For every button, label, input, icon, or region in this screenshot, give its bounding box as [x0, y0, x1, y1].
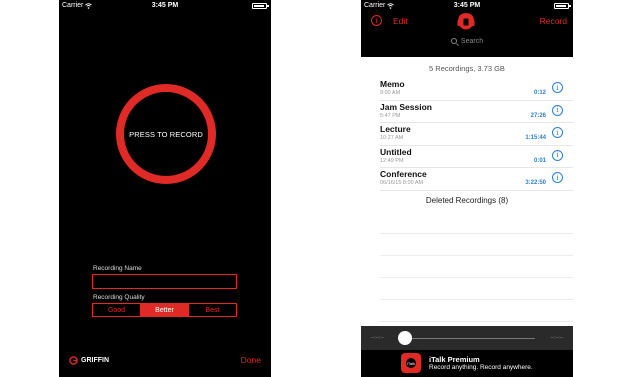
recording-duration: 0:12 — [533, 90, 546, 96]
recording-name-input[interactable] — [92, 274, 237, 289]
info-icon[interactable]: i — [552, 82, 563, 93]
status-time: 3:45 PM — [151, 2, 179, 9]
quality-option-better[interactable]: Better — [141, 304, 189, 316]
battery-icon — [252, 3, 269, 9]
recordings-list: Memo 9:00 AM 0:12 i Jam Session 5:47 PM … — [380, 78, 573, 191]
status-bar: Carrier 3:45 PM — [59, 0, 271, 12]
list-item[interactable]: Untitled 12:49 PM 0:01 i — [380, 146, 573, 169]
elapsed-time: --:--:-- — [371, 335, 384, 341]
info-icon[interactable]: i — [552, 127, 563, 139]
recording-duration: 1:15:44 — [525, 135, 546, 142]
promo-subtitle: Record anything. Record anywhere. — [429, 364, 533, 371]
griffin-icon — [69, 356, 78, 365]
recording-name: Untitled — [380, 146, 412, 157]
list-header: Carrier 3:45 PM i Edit Record Search — [361, 0, 573, 57]
list-item[interactable]: Lecture 10:27 AM 1:15:44 i — [380, 123, 573, 146]
recording-time: 06/16/15 8:00 AM — [380, 180, 424, 187]
status-time: 3:45 PM — [453, 2, 481, 9]
nav-bar: i Edit Record — [361, 12, 573, 34]
recordings-list-screen: Carrier 3:45 PM i Edit Record Search 5 R… — [361, 0, 573, 377]
press-to-record-button[interactable]: PRESS TO RECORD — [116, 84, 216, 184]
record-screen: Carrier 3:45 PM PRESS TO RECORD Recordin… — [59, 0, 271, 377]
italk-app-icon: iTalk — [401, 353, 421, 373]
premium-promo-banner[interactable]: iTalk iTalk Premium Record anything. Rec… — [361, 350, 573, 377]
info-icon[interactable]: i — [552, 149, 563, 161]
scrubber-track[interactable] — [401, 338, 535, 339]
battery-icon — [554, 3, 571, 9]
recording-time: 9:00 AM — [380, 90, 401, 96]
recording-name-label: Recording Name — [93, 265, 142, 272]
quality-option-good[interactable]: Good — [93, 304, 141, 316]
search-field[interactable]: Search — [361, 38, 573, 45]
recording-name: Jam Session — [380, 101, 432, 112]
recording-name: Memo — [380, 79, 405, 89]
edit-button[interactable]: Edit — [393, 16, 408, 26]
list-item[interactable]: Conference 06/16/15 8:00 AM 3:22:50 i — [380, 168, 573, 191]
recording-duration: 0:01 — [533, 157, 546, 164]
brand-name: GRIFFIN — [81, 357, 109, 364]
info-icon[interactable]: i — [371, 15, 382, 26]
record-button-label: PRESS TO RECORD — [129, 129, 203, 139]
recording-duration: 3:22:50 — [525, 180, 546, 187]
search-icon — [450, 38, 457, 44]
playback-scrubber: --:--:-- --:--:-- — [361, 326, 573, 350]
recording-name: Lecture — [380, 124, 411, 135]
recording-time: 5:47 PM — [380, 112, 401, 119]
done-button[interactable]: Done — [241, 355, 261, 365]
empty-rows — [380, 212, 573, 322]
info-icon[interactable]: i — [552, 104, 563, 116]
scrubber-thumb[interactable] — [398, 331, 412, 345]
recordings-summary: 5 Recordings, 3.73 GB — [429, 64, 505, 73]
list-item[interactable]: Jam Session 5:47 PM 27:26 i — [380, 101, 573, 124]
svg-text:iTalk: iTalk — [407, 361, 415, 366]
info-icon[interactable]: i — [552, 172, 563, 184]
deleted-recordings-link[interactable]: Deleted Recordings (8) — [361, 196, 573, 205]
quality-option-best[interactable]: Best — [189, 304, 236, 316]
promo-title: iTalk Premium — [429, 355, 480, 364]
recording-quality-selector: Good Better Best — [92, 303, 237, 317]
recording-name: Conference — [380, 169, 427, 180]
record-button[interactable]: Record — [540, 16, 567, 26]
italk-logo-icon — [457, 13, 475, 30]
recording-time: 12:49 PM — [380, 157, 404, 164]
list-item[interactable]: Memo 9:00 AM 0:12 i — [380, 78, 573, 101]
status-bar: Carrier 3:45 PM — [361, 0, 573, 12]
screenshot-canvas: Carrier 3:45 PM PRESS TO RECORD Recordin… — [0, 0, 640, 377]
griffin-logo: GRIFFIN — [69, 356, 109, 365]
recording-quality-label: Recording Quality — [93, 294, 145, 301]
recording-time: 10:27 AM — [380, 135, 404, 142]
recording-duration: 27:26 — [530, 112, 546, 119]
search-placeholder: Search — [460, 38, 484, 45]
remaining-time: --:--:-- — [550, 335, 563, 341]
